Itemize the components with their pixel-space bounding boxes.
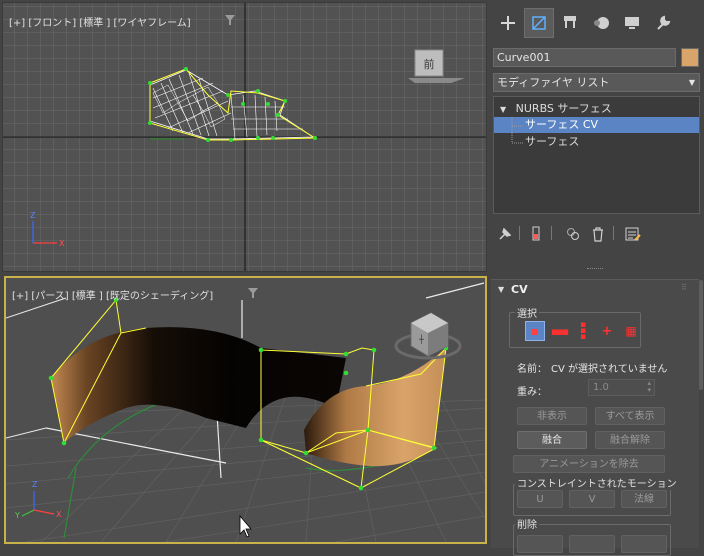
constrain-normal-button[interactable]: 法線 [621, 490, 667, 508]
stack-root-item[interactable]: ▼ NURBS サーフェス [494, 101, 699, 117]
spinner-arrows-icon[interactable]: ▴ ▾ [647, 380, 651, 394]
fuse-button[interactable]: 融合 [517, 431, 587, 449]
object-name-field[interactable]: Curve001 [493, 48, 676, 67]
toolbar-divider [519, 226, 520, 240]
modifier-stack[interactable]: ▼ NURBS サーフェス サーフェス CV サーフェス [493, 96, 700, 214]
viewcube-face-label: 前 [424, 57, 435, 71]
selection-level-buttons: ▪ ▪▪▪ ▪ ▪ ▪ + ▦ [525, 321, 650, 342]
unfuse-button[interactable]: 融合解除 [595, 431, 665, 449]
modify-tab[interactable] [524, 8, 554, 38]
front-viewport-grid: 前 Z X [3, 3, 486, 271]
svg-text:X: X [59, 239, 65, 248]
utilities-icon [657, 15, 671, 30]
selected-cv-name: CV が選択されていません [551, 364, 668, 375]
hierarchy-tab[interactable] [555, 8, 585, 38]
remove-animation-button[interactable]: アニメーションを除去 [513, 455, 665, 473]
remove-modifier-icon[interactable] [591, 226, 605, 245]
create-icon [501, 16, 515, 30]
unhide-all-button[interactable]: すべて表示 [595, 407, 665, 425]
mouse-pointer-icon [239, 514, 252, 538]
front-viewport[interactable]: 前 Z X [+] [フロント] [標準 ] [ワイヤフレーム] [2, 2, 487, 272]
display-tab[interactable] [617, 8, 647, 38]
modifier-list-label: モディファイヤ リスト [497, 76, 610, 89]
display-icon [625, 17, 639, 29]
weight-spinner[interactable]: 1.0 ▴ ▾ [588, 379, 655, 396]
single-cv-button[interactable]: ▪ [525, 321, 545, 341]
column-cv-button[interactable]: ▪ ▪ ▪ [573, 321, 593, 342]
svg-text:┼: ┼ [418, 334, 424, 344]
delete-column-button[interactable] [621, 535, 667, 553]
object-color-swatch[interactable] [681, 48, 699, 67]
hide-button[interactable]: 非表示 [517, 407, 587, 425]
constrained-motion-label: コンストレイントされたモーション [515, 475, 679, 490]
tree-connector-lines [511, 117, 524, 144]
toolbar-divider-3 [613, 226, 614, 240]
svg-text:X: X [56, 510, 62, 519]
motion-icon [594, 17, 609, 29]
rollout-title[interactable]: CV [511, 283, 528, 296]
all-cv-button[interactable]: ▦ [621, 321, 641, 341]
constrain-u-button[interactable]: U [517, 490, 563, 508]
name-label: 名前： [517, 364, 547, 375]
selection-group-label: 選択 [515, 305, 539, 320]
delete-single-button[interactable] [517, 535, 563, 553]
constrain-v-button[interactable]: V [569, 490, 615, 508]
svg-text:Y: Y [14, 511, 20, 520]
create-tab[interactable] [493, 8, 523, 38]
modify-icon [532, 16, 546, 30]
cv-rollout: ▼ CV ⠿ 選択 ▪ ▪▪▪ ▪ ▪ ▪ + ▦ 名前： CV が選択されていませ… [491, 279, 699, 556]
nurbs-surface[interactable] [51, 327, 446, 467]
hierarchy-icon [564, 16, 576, 28]
toolbar-divider-2 [551, 226, 552, 240]
command-panel-tabs [491, 8, 698, 42]
panel-splitter-handle[interactable] [587, 268, 603, 271]
perspective-viewport-label[interactable]: [+] [パース] [標準 ] [既定のシェーディング] [12, 287, 213, 302]
chevron-down-icon: ▼ [688, 78, 695, 87]
front-viewport-label[interactable]: [+] [フロント] [標準 ] [ワイヤフレーム] [9, 14, 191, 29]
utilities-tab[interactable] [648, 8, 678, 38]
svg-text:Z: Z [32, 480, 38, 489]
perspective-scene: ┼ Z X Y [6, 282, 485, 542]
configure-modifier-sets-icon[interactable] [625, 226, 641, 245]
svg-text:Z: Z [30, 211, 36, 220]
motion-tab[interactable] [586, 8, 616, 38]
perspective-viewcube[interactable]: ┼ [394, 312, 462, 360]
modifier-list-dropdown[interactable]: モディファイヤ リスト ▼ [493, 73, 700, 92]
perspective-viewport[interactable]: ┼ Z X Y [+] [パース] [標準 ] [既定のシェーディング] [4, 276, 487, 544]
row-cv-button[interactable]: ▪▪▪ [549, 321, 569, 341]
delete-row-button[interactable] [569, 535, 615, 553]
pin-stack-icon[interactable] [497, 226, 513, 245]
rollout-collapse-icon[interactable]: ▼ [498, 285, 504, 294]
command-panel: Curve001 モディファイヤ リスト ▼ ▼ NURBS サーフェス サーフ… [487, 0, 704, 556]
panel-scrollbar[interactable] [699, 280, 703, 390]
rollout-grip-icon: ⠿ [681, 283, 687, 292]
collapse-triangle-icon[interactable]: ▼ [500, 105, 506, 114]
weight-value: 1.0 [593, 382, 609, 393]
perspective-axis-tripod-icon: Z X Y [14, 480, 62, 520]
weight-label: 重み： [517, 387, 547, 398]
delete-group-label: 削除 [515, 516, 539, 531]
row-column-cv-button[interactable]: + [597, 321, 617, 341]
make-unique-icon[interactable] [565, 226, 581, 245]
show-end-result-icon[interactable] [529, 226, 543, 245]
